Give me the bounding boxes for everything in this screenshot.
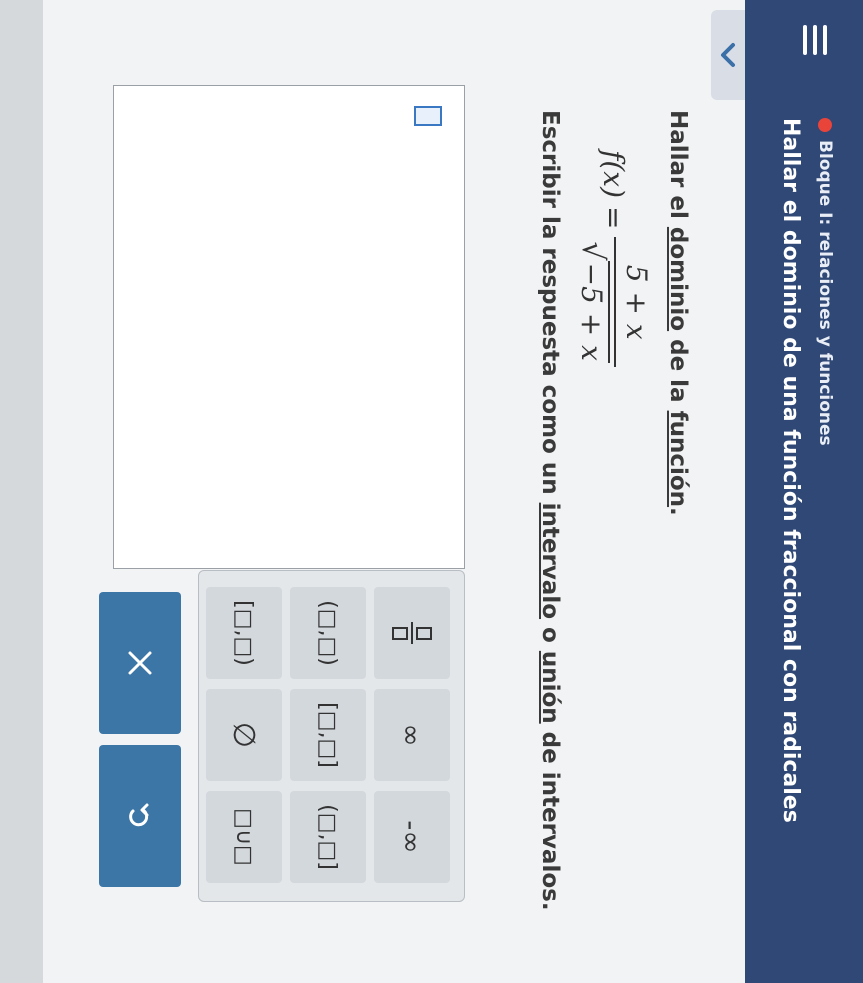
- answer-input-area[interactable]: [113, 85, 465, 569]
- prompt-text: .: [665, 507, 691, 516]
- undo-button[interactable]: [99, 745, 181, 887]
- radicand: −5 + x: [575, 260, 610, 363]
- numerator: 5 + x: [620, 264, 653, 340]
- question-prompt: Hallar el dominio de la función.: [665, 110, 691, 516]
- fraction-template-icon: [392, 622, 432, 644]
- negative-infinity-key[interactable]: -∞: [374, 791, 450, 883]
- placeholder-box-icon: [392, 626, 408, 640]
- instruction-text: de intervalos.: [537, 723, 563, 911]
- fraction-bar: [411, 622, 413, 644]
- union-key[interactable]: □∪□: [206, 791, 282, 883]
- answer-instruction: Escribir la respuesta como un intervalo …: [537, 110, 563, 911]
- bottom-bar: [0, 0, 43, 983]
- denominator: √ −5 + x: [575, 237, 616, 367]
- collapse-button[interactable]: [711, 10, 745, 100]
- function-formula: f(x) = 5 + x √ −5 + x: [575, 150, 653, 367]
- placeholder-box-icon: [416, 626, 432, 640]
- hamburger-line: [823, 25, 827, 55]
- function-name: f(x): [597, 150, 631, 199]
- radical-sign-icon: √: [575, 241, 610, 261]
- closed-closed-interval-key[interactable]: [□,□]: [290, 689, 366, 781]
- closed-open-interval-key[interactable]: [□,□): [206, 587, 282, 679]
- topic-line: Bloque I: relaciones y funciones: [815, 118, 835, 446]
- chevron-down-icon: [721, 43, 735, 67]
- prompt-text: de la: [665, 331, 691, 411]
- open-closed-interval-key[interactable]: (□,□]: [290, 791, 366, 883]
- topic-title: Bloque I: relaciones y funciones: [815, 140, 835, 446]
- hamburger-line: [803, 25, 807, 55]
- equals-sign: =: [597, 206, 631, 230]
- glossary-link-dominio[interactable]: dominio: [665, 227, 691, 331]
- glossary-link-intervalo[interactable]: intervalo: [537, 503, 563, 619]
- hamburger-line: [813, 25, 817, 55]
- input-cursor-box[interactable]: [414, 106, 442, 126]
- fraction-key[interactable]: [374, 587, 450, 679]
- instruction-text: o: [537, 619, 563, 651]
- square-root: √ −5 + x: [575, 241, 610, 363]
- x-icon: [128, 651, 152, 675]
- glossary-link-union[interactable]: unión: [537, 651, 563, 724]
- undo-icon: [129, 803, 149, 827]
- clear-button[interactable]: [99, 592, 181, 734]
- page-title: Hallar el dominio de una función fraccio…: [778, 118, 803, 823]
- glossary-link-funcion[interactable]: función: [665, 411, 691, 507]
- status-dot-icon: [818, 118, 832, 132]
- open-open-interval-key[interactable]: (□,□): [290, 587, 366, 679]
- infinity-key[interactable]: ∞: [374, 689, 450, 781]
- instruction-text: Escribir la respuesta como un: [537, 110, 563, 503]
- math-keypad: ∞ -∞ (□,□) [□,□] (□,□] [□,□) ∅ □∪□: [198, 570, 465, 902]
- empty-set-key[interactable]: ∅: [206, 689, 282, 781]
- screen: Bloque I: relaciones y funciones Hallar …: [0, 0, 863, 983]
- header-bar: Bloque I: relaciones y funciones Hallar …: [745, 0, 863, 983]
- menu-button[interactable]: [789, 14, 841, 66]
- prompt-text: Hallar el: [665, 110, 691, 227]
- fraction: 5 + x √ −5 + x: [575, 237, 653, 367]
